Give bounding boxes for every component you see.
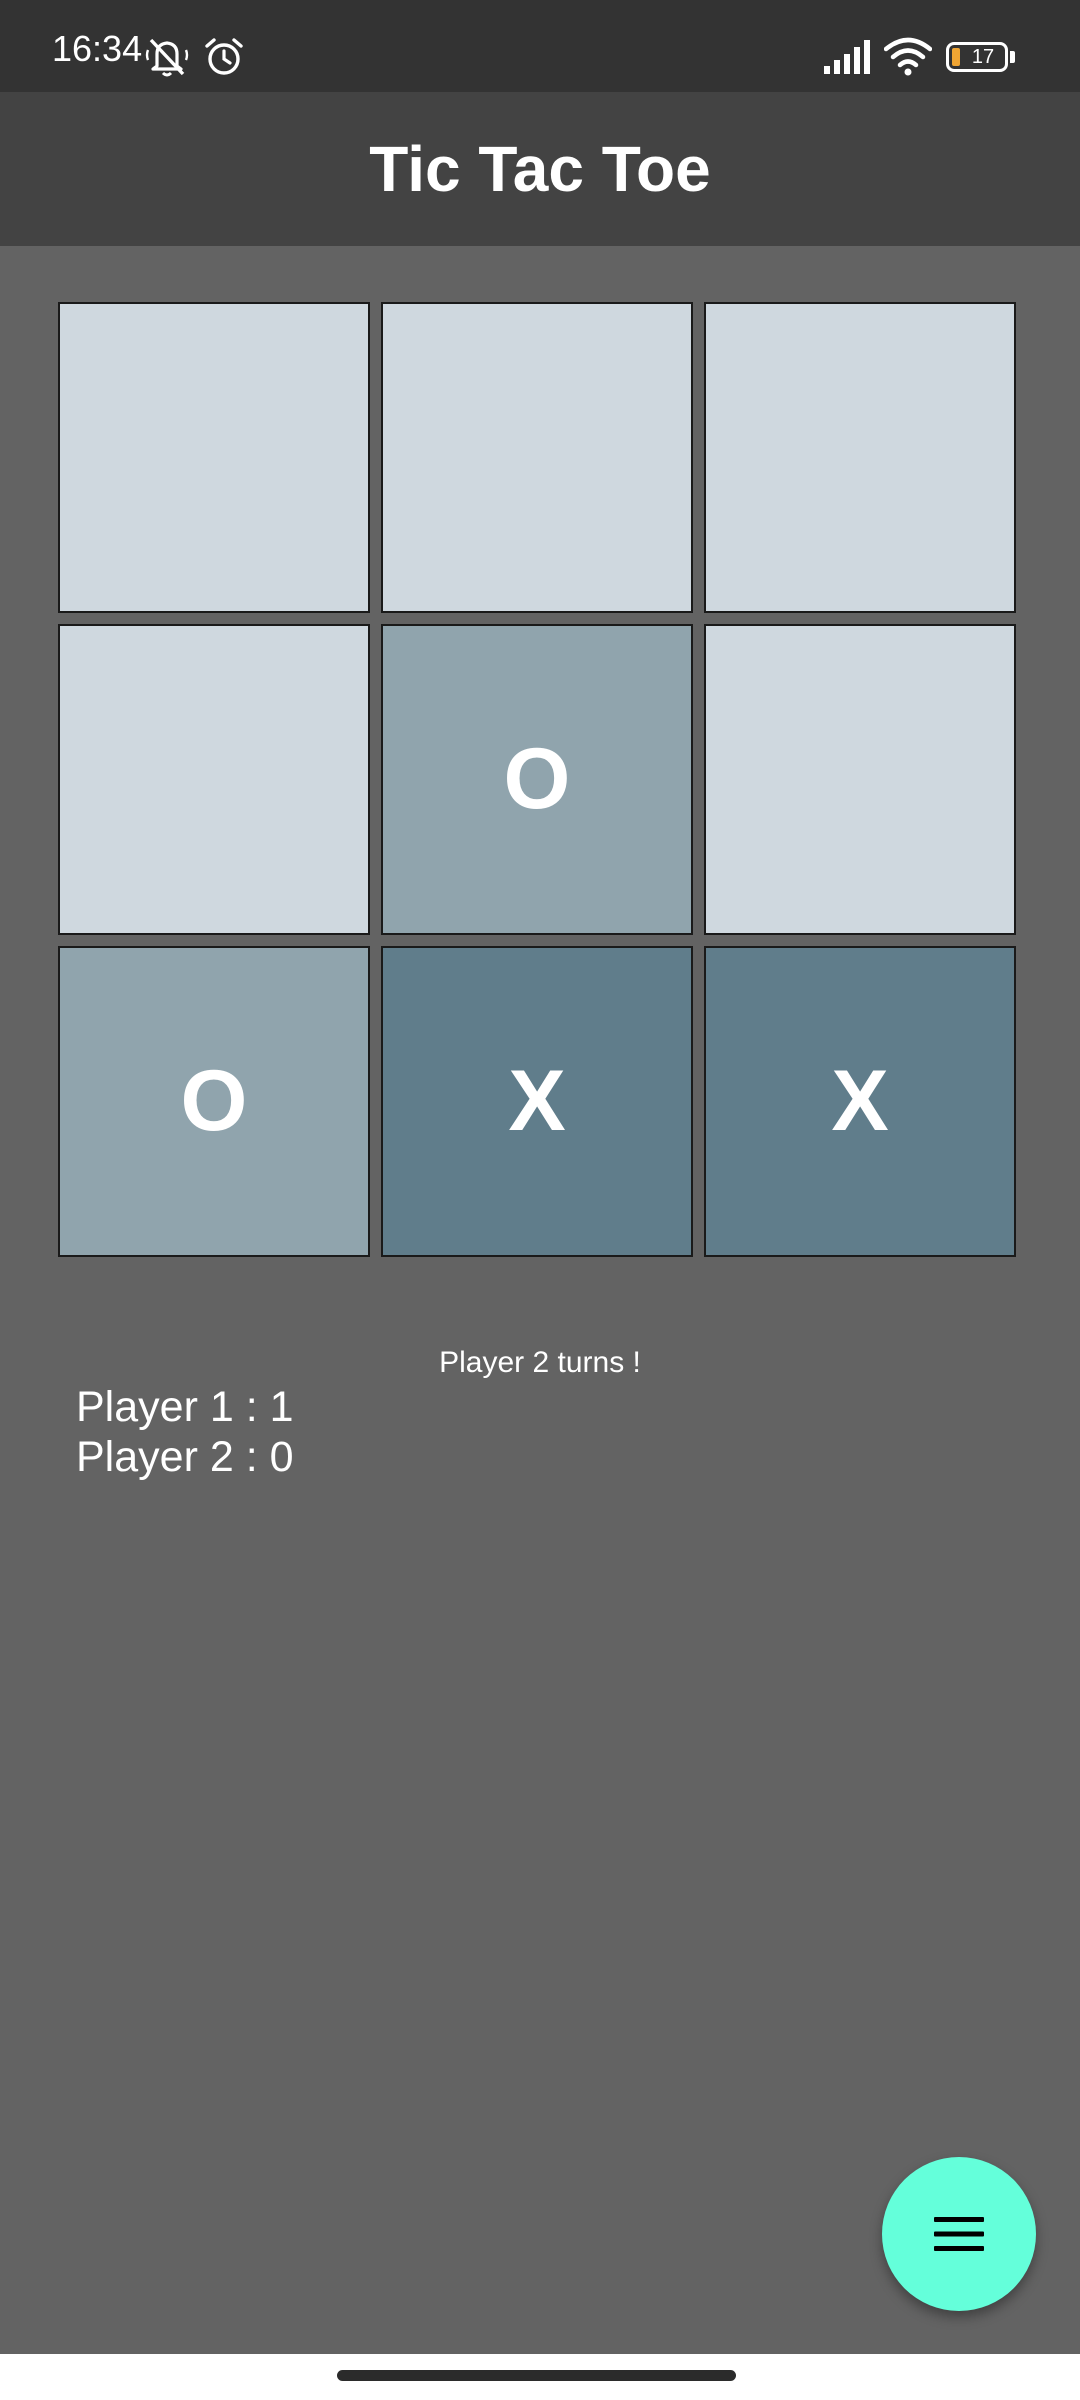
board-cell-9[interactable]: X	[704, 946, 1016, 1257]
board-cell-2[interactable]	[381, 302, 693, 613]
mute-icon	[145, 38, 189, 77]
board-cell-3[interactable]	[704, 302, 1016, 613]
board-cell-4[interactable]	[58, 624, 370, 935]
board-cell-7[interactable]: O	[58, 946, 370, 1257]
battery-icon: 17	[946, 42, 1016, 72]
board-cell-8[interactable]: X	[381, 946, 693, 1257]
navigation-bar	[0, 2354, 1080, 2400]
status-bar: 16:34 17	[0, 0, 1080, 92]
signal-icon	[824, 40, 870, 74]
alarm-icon	[205, 38, 243, 75]
home-gesture-handle[interactable]	[337, 2370, 736, 2381]
player-2-score: Player 2 : 0	[76, 1433, 294, 1481]
battery-level: 17	[971, 46, 995, 68]
menu-icon	[934, 2217, 984, 2251]
player-1-score: Player 1 : 1	[76, 1383, 294, 1431]
board-cell-1[interactable]	[58, 302, 370, 613]
game-board: O O X X	[58, 302, 1022, 1262]
turn-indicator: Player 2 turns !	[439, 1346, 641, 1379]
wifi-icon	[884, 37, 932, 76]
status-time: 16:34	[52, 28, 143, 69]
menu-fab-button[interactable]	[882, 2157, 1036, 2311]
app-bar: Tic Tac Toe	[0, 92, 1080, 246]
board-cell-6[interactable]	[704, 624, 1016, 935]
app-title: Tic Tac Toe	[369, 133, 711, 205]
board-cell-5[interactable]: O	[381, 624, 693, 935]
